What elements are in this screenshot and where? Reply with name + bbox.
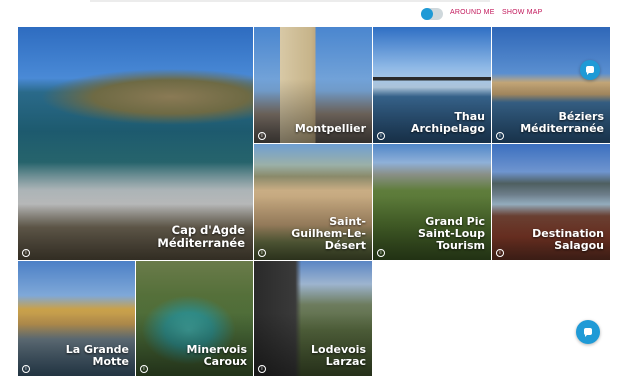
tile-cap-d-agde[interactable]: Cap d'Agde Méditerranée i <box>18 27 253 260</box>
chat-icon[interactable] <box>580 60 600 80</box>
info-icon[interactable]: i <box>377 249 385 257</box>
info-icon[interactable]: i <box>496 132 504 140</box>
tile-beziers-mediterranee[interactable]: Béziers Méditerranée i <box>492 27 610 143</box>
tile-label: La Grande Motte <box>65 343 129 368</box>
tile-label: Béziers Méditerranée <box>520 110 604 135</box>
info-icon[interactable]: i <box>258 249 266 257</box>
info-icon[interactable]: i <box>496 249 504 257</box>
tile-saint-guilhem-le-desert[interactable]: Saint- Guilhem-Le- Désert i <box>254 144 372 260</box>
tile-label: Destination Salagou <box>532 227 604 252</box>
info-icon[interactable]: i <box>140 365 148 373</box>
tile-label: Grand Pic Saint-Loup Tourism <box>417 215 485 252</box>
tile-label: Saint- Guilhem-Le- Désert <box>291 215 366 252</box>
tile-label: Cap d'Agde Méditerranée <box>157 223 245 250</box>
tile-label: Lodevois Larzac <box>311 343 366 368</box>
info-icon[interactable]: i <box>258 365 266 373</box>
chat-icon <box>584 328 592 337</box>
around-me-label[interactable]: AROUND ME <box>450 9 495 16</box>
tile-label: Montpellier <box>294 122 366 135</box>
tile-lodevois-larzac[interactable]: Lodevois Larzac i <box>254 261 372 376</box>
top-divider <box>90 0 490 2</box>
info-icon[interactable]: i <box>22 249 30 257</box>
chat-floating-button[interactable] <box>576 320 600 344</box>
tile-minervois-caroux[interactable]: Minervois Caroux i <box>136 261 253 376</box>
tile-label: Thau Archipelago <box>410 110 485 135</box>
info-icon[interactable]: i <box>258 132 266 140</box>
map-controls: AROUND ME SHOW MAP <box>0 6 617 22</box>
tile-destination-salagou[interactable]: Destination Salagou i <box>492 144 610 260</box>
toggle-knob <box>421 8 433 20</box>
tile-la-grande-motte[interactable]: La Grande Motte i <box>18 261 135 376</box>
show-map-link[interactable]: SHOW MAP <box>502 9 543 16</box>
info-icon[interactable]: i <box>377 132 385 140</box>
tile-grand-pic-saint-loup[interactable]: Grand Pic Saint-Loup Tourism i <box>373 144 491 260</box>
info-icon[interactable]: i <box>22 365 30 373</box>
around-me-toggle[interactable] <box>421 8 443 20</box>
tile-thau-archipelago[interactable]: Thau Archipelago i <box>373 27 491 143</box>
tile-label: Minervois Caroux <box>186 343 247 368</box>
tile-montpellier[interactable]: Montpellier i <box>254 27 372 143</box>
